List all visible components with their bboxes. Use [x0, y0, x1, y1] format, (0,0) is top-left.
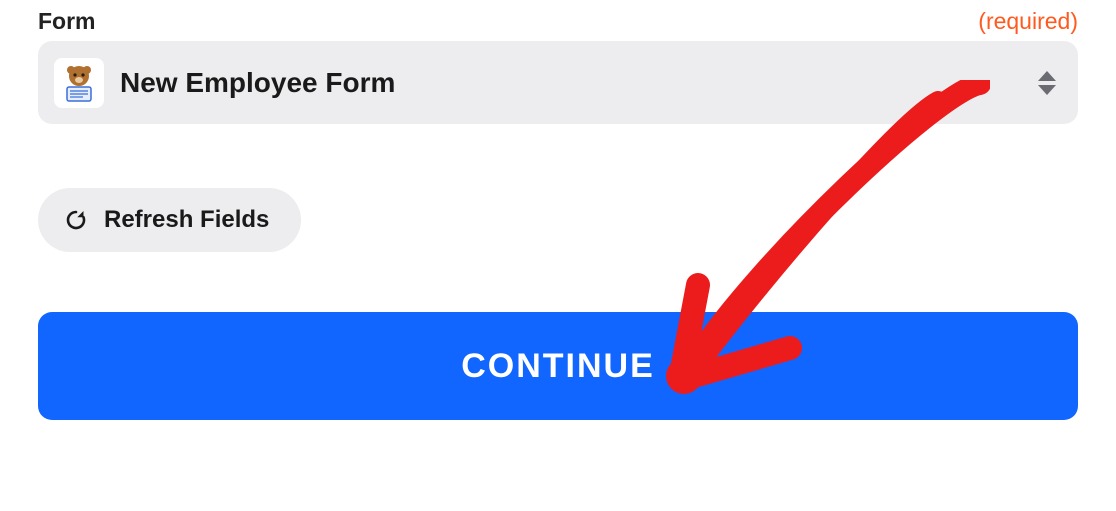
form-field-header: Form (required) [38, 8, 1078, 35]
chevron-updown-icon [1038, 71, 1056, 95]
wpforms-bear-icon [59, 63, 99, 103]
form-select-value: New Employee Form [120, 67, 1038, 99]
form-field-label: Form [38, 8, 96, 35]
continue-label: CONTINUE [461, 347, 655, 386]
required-tag: (required) [978, 8, 1078, 35]
refresh-fields-button[interactable]: Refresh Fields [38, 188, 301, 252]
form-app-icon [54, 58, 104, 108]
form-select[interactable]: New Employee Form [38, 41, 1078, 124]
refresh-icon [64, 208, 88, 232]
refresh-fields-label: Refresh Fields [104, 206, 269, 234]
continue-button[interactable]: CONTINUE [38, 312, 1078, 420]
